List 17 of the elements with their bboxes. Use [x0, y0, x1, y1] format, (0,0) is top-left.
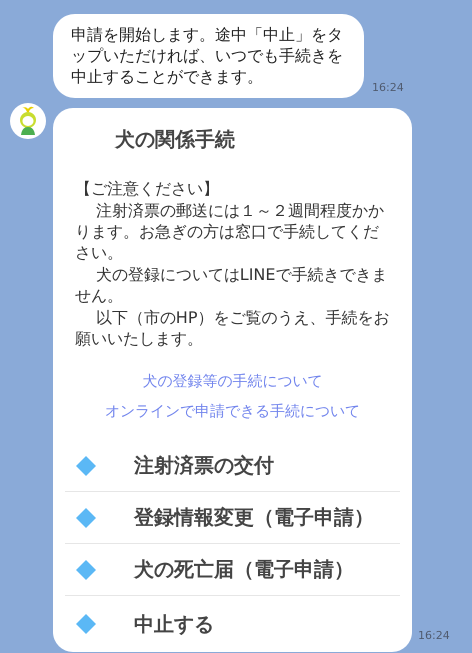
- message-time: 16:24: [418, 629, 450, 642]
- diamond-icon: [76, 560, 96, 580]
- menu-button[interactable]: 登録情報変更（電子申請）: [65, 492, 400, 544]
- menu-button[interactable]: 中止する: [65, 596, 400, 652]
- avatar-icon[interactable]: [10, 103, 46, 139]
- notice-text: 以下（市のHP）をご覧のうえ、手続をお願いいたします。: [75, 307, 390, 349]
- notice-text: 犬の登録についてはLINEで手続きできません。: [75, 264, 389, 306]
- card-title: 犬の関係手続: [114, 126, 235, 153]
- menu-button[interactable]: 犬の死亡届（電子申請）: [65, 544, 400, 596]
- diamond-icon: [76, 614, 96, 634]
- message-time: 16:24: [372, 81, 404, 94]
- notice-heading: 【ご注意ください】: [75, 178, 220, 199]
- diamond-icon: [76, 456, 96, 476]
- diamond-icon: [76, 508, 96, 528]
- menu-button[interactable]: 注射済票の交付: [65, 440, 400, 492]
- notice-text: 注射済票の郵送には１～２週間程度かかります。お急ぎの方は窓口で手続してください。: [75, 200, 385, 263]
- message-bubble: 申請を開始します。途中「中止」をタップいただければ、いつでも手続きを中止することができます。: [53, 14, 364, 98]
